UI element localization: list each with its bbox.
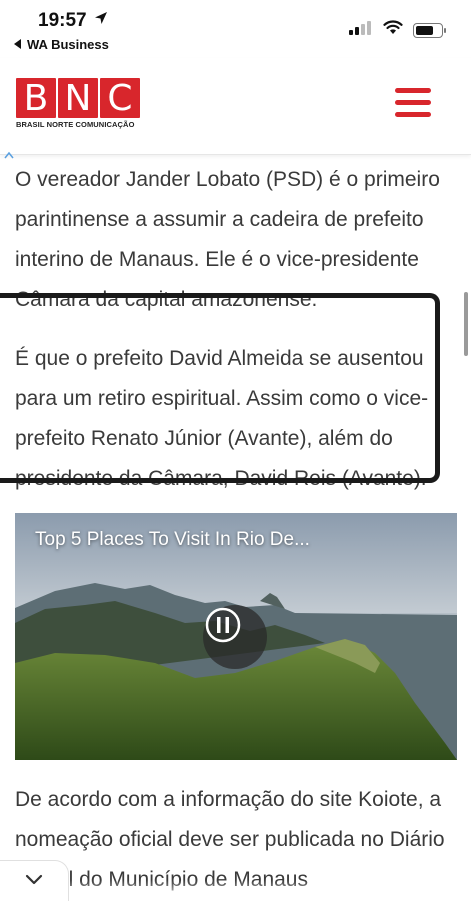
back-app-label: WA Business <box>27 37 109 52</box>
video-player[interactable]: Top 5 Places To Visit In Rio De... <box>15 513 457 760</box>
pause-button[interactable] <box>203 605 267 669</box>
status-time: 19:57 <box>38 10 109 32</box>
battery-icon <box>413 22 446 38</box>
system-icons <box>349 20 446 40</box>
scrollbar[interactable] <box>464 292 468 356</box>
selection-highlight <box>0 293 440 483</box>
status-bar: 19:57 WA Business <box>0 0 471 58</box>
wifi-icon <box>383 20 403 40</box>
bottom-fade <box>0 880 471 900</box>
ad-choices-icon[interactable] <box>4 150 14 162</box>
site-header: B N C BRASIL NORTE COMUNICAÇÃO <box>0 58 471 155</box>
hamburger-menu-icon[interactable] <box>395 88 431 120</box>
collapse-toolbar-button[interactable] <box>0 860 69 901</box>
time-text: 19:57 <box>38 10 87 31</box>
logo-letter-b: B <box>16 78 56 119</box>
video-title: Top 5 Places To Visit In Rio De... <box>35 529 310 550</box>
back-triangle-icon <box>14 37 22 52</box>
back-to-app-link[interactable]: WA Business <box>14 37 109 52</box>
logo-subtitle: BRASIL NORTE COMUNICAÇÃO <box>16 120 135 129</box>
location-arrow-icon <box>93 10 109 32</box>
bnc-logo[interactable]: B N C BRASIL NORTE COMUNICAÇÃO <box>16 78 140 129</box>
logo-letter-c: C <box>100 78 140 119</box>
cellular-signal-icon <box>349 20 373 40</box>
chevron-down-icon <box>25 872 43 890</box>
logo-letter-n: N <box>58 78 98 119</box>
